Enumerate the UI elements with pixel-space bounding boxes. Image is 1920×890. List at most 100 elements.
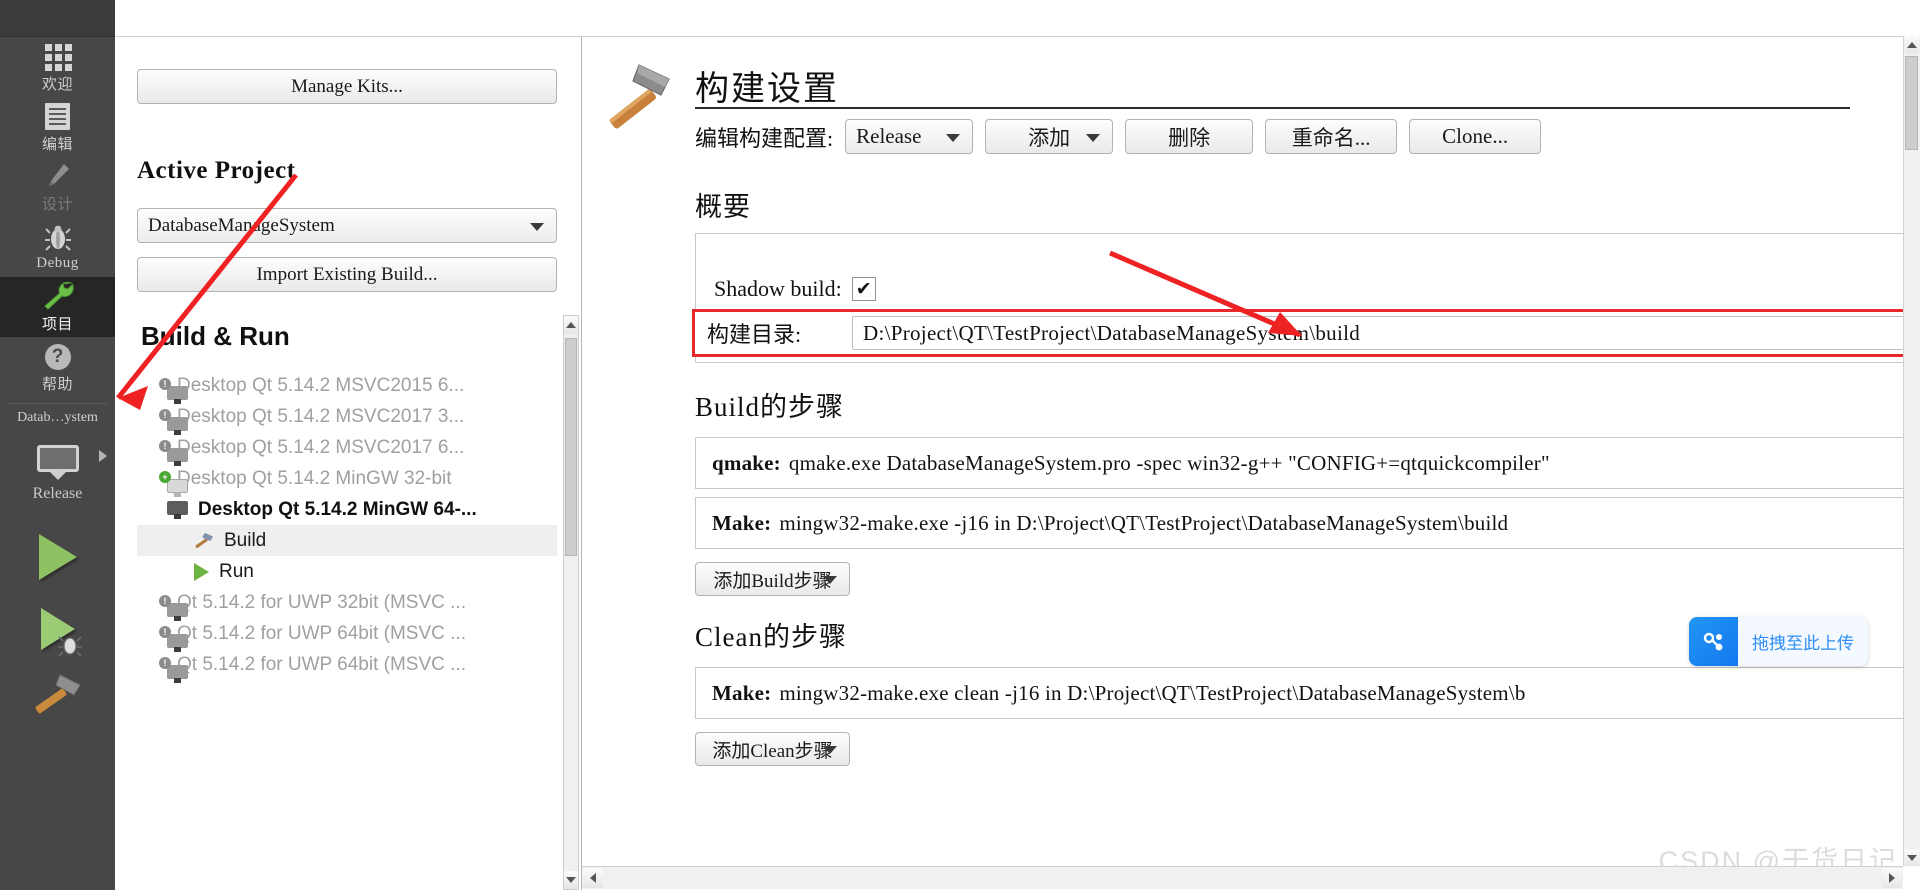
build-directory-input[interactable]: D:\Project\QT\TestProject\DatabaseManage… xyxy=(852,316,1905,350)
shadow-build-label: Shadow build: xyxy=(714,276,842,301)
mode-help[interactable]: ? 帮助 xyxy=(0,337,115,397)
mode-projects[interactable]: 项目 xyxy=(0,277,115,337)
build-settings-panel: 构建设置 编辑构建配置: Release 添加 删除 重命名... Clone.… xyxy=(582,36,1920,890)
mode-debug[interactable]: Debug xyxy=(0,217,115,277)
top-strip-right xyxy=(581,0,1920,36)
build-config-label: 编辑构建配置: xyxy=(695,125,834,151)
scroll-right-button[interactable] xyxy=(1882,868,1902,888)
clone-config-button[interactable]: Clone... xyxy=(1409,119,1542,154)
run-icon xyxy=(38,534,77,580)
build-config-combo-value: Release xyxy=(856,124,922,148)
document-icon xyxy=(45,100,70,130)
mode-design-label: 设计 xyxy=(41,197,73,213)
clean-step-make[interactable]: Make: mingw32-make.exe clean -j16 in D:\… xyxy=(695,667,1915,719)
build-step-name: qmake: xyxy=(712,450,781,475)
monitor-icon xyxy=(36,444,79,480)
upload-widget[interactable]: 拖拽至此上传 xyxy=(1689,617,1868,666)
active-project-combo[interactable]: DatabaseManageSystem xyxy=(137,208,557,243)
kit-item-msvc2017-32[interactable]: ! Desktop Qt 5.14.2 MSVC2017 3... xyxy=(137,401,557,435)
top-strip-middle xyxy=(115,0,582,36)
add-clean-step-button[interactable]: 添加Clean步骤 xyxy=(695,732,850,766)
build-config-combo[interactable]: Release xyxy=(845,119,974,154)
rename-config-button[interactable]: 重命名... xyxy=(1265,119,1398,154)
add-config-button[interactable]: 添加 xyxy=(985,119,1114,154)
wrench-icon xyxy=(41,280,75,310)
build-steps-heading: Build的步骤 xyxy=(695,392,845,422)
kit-item-label: Qt 5.14.2 for UWP 64bit (MSVC ... xyxy=(177,622,466,644)
active-project-short-name: Datab…ystem xyxy=(17,410,98,425)
build-step-command: qmake.exe DatabaseManageSystem.pro -spec… xyxy=(788,450,1550,475)
mode-debug-label: Debug xyxy=(36,255,79,271)
build-button[interactable] xyxy=(0,665,115,725)
bug-overlay-icon xyxy=(58,636,82,657)
kit-item-mingw-64[interactable]: Desktop Qt 5.14.2 MinGW 64-... xyxy=(137,494,557,525)
scroll-down-button[interactable] xyxy=(564,871,578,889)
kit-child-run[interactable]: Run xyxy=(137,556,557,587)
delete-config-button[interactable]: 删除 xyxy=(1125,119,1254,154)
active-project-combo-value: DatabaseManageSystem xyxy=(148,214,335,236)
scrollbar-thumb[interactable] xyxy=(565,338,577,556)
mode-welcome[interactable]: 欢迎 xyxy=(0,37,115,97)
summary-heading: 概要 xyxy=(695,192,751,222)
mode-edit[interactable]: 编辑 xyxy=(0,97,115,157)
chevron-down-icon xyxy=(1086,133,1101,142)
manage-kits-button[interactable]: Manage Kits... xyxy=(137,69,557,104)
kit-selector-button[interactable]: Release xyxy=(0,426,115,521)
caret-right-icon xyxy=(1889,873,1895,883)
kit-item-uwp-64-b[interactable]: ! Qt 5.14.2 for UWP 64bit (MSVC ... xyxy=(137,649,557,683)
bug-icon xyxy=(44,222,72,252)
scroll-up-button[interactable] xyxy=(564,316,578,334)
top-strip xyxy=(0,0,1920,36)
question-icon: ? xyxy=(44,340,71,370)
kit-item-mingw-32[interactable]: + Desktop Qt 5.14.2 MinGW 32-bit xyxy=(137,463,557,497)
scrollbar-thumb[interactable] xyxy=(1905,56,1918,150)
mode-selector-bar: 欢迎 编辑 设计 Debug 项目 ? 帮助 Datab…ystem Relea… xyxy=(0,36,115,890)
build-step-make[interactable]: Make: mingw32-make.exe -j16 in D:\Projec… xyxy=(695,497,1915,549)
shadow-build-row: Shadow build: ✔ xyxy=(714,276,876,302)
title-underline xyxy=(695,107,1850,109)
hammer-icon xyxy=(609,64,670,129)
kit-item-msvc2015-64[interactable]: ! Desktop Qt 5.14.2 MSVC2015 6... xyxy=(137,370,557,404)
add-config-label: 添加 xyxy=(1028,125,1071,150)
chevron-right-icon xyxy=(99,450,107,462)
build-run-tree: Build & Run ! Desktop Qt 5.14.2 MSVC2015… xyxy=(137,315,557,890)
kit-item-label: Desktop Qt 5.14.2 MinGW 32-bit xyxy=(177,467,452,489)
kit-item-uwp-32[interactable]: ! Qt 5.14.2 for UWP 32bit (MSVC ... xyxy=(137,587,557,621)
run-button[interactable] xyxy=(0,521,115,593)
add-build-step-button[interactable]: 添加Build步骤 xyxy=(695,562,850,596)
upload-widget-label: 拖拽至此上传 xyxy=(1752,634,1854,653)
mode-divider xyxy=(8,403,107,404)
monitor-icon xyxy=(167,500,188,519)
scroll-down-button[interactable] xyxy=(1905,849,1919,866)
kit-item-label: Desktop Qt 5.14.2 MSVC2015 6... xyxy=(177,374,465,396)
kit-item-label: Desktop Qt 5.14.2 MinGW 64-... xyxy=(198,498,477,520)
build-config-toolbar: 编辑构建配置: Release 添加 删除 重命名... Clone... xyxy=(695,119,1542,154)
mode-design[interactable]: 设计 xyxy=(0,157,115,217)
chevron-down-icon xyxy=(823,576,837,584)
kit-item-label: Desktop Qt 5.14.2 MSVC2017 3... xyxy=(177,405,465,427)
page-title: 构建设置 xyxy=(695,71,839,108)
kit-child-build[interactable]: Build xyxy=(137,525,557,556)
scroll-up-button[interactable] xyxy=(1905,36,1919,53)
left-panel-scrollbar[interactable] xyxy=(563,315,579,890)
add-clean-step-label: 添加Clean步骤 xyxy=(712,740,833,762)
build-step-qmake[interactable]: qmake: qmake.exe DatabaseManageSystem.pr… xyxy=(695,437,1915,489)
grid-icon xyxy=(44,40,72,71)
project-settings-panel: Manage Kits... Active Project DatabaseMa… xyxy=(116,36,582,890)
build-step-name: Make: xyxy=(712,510,772,535)
kit-item-msvc2017-64[interactable]: ! Desktop Qt 5.14.2 MSVC2017 6... xyxy=(137,432,557,466)
active-project-heading: Active Project xyxy=(137,157,296,184)
top-strip-left xyxy=(0,0,115,36)
main-horizontal-scrollbar[interactable] xyxy=(582,866,1903,889)
scroll-left-button[interactable] xyxy=(583,868,603,888)
build-run-heading: Build & Run xyxy=(141,321,290,351)
kit-item-uwp-64-a[interactable]: ! Qt 5.14.2 for UWP 64bit (MSVC ... xyxy=(137,618,557,652)
build-directory-label: 构建目录: xyxy=(707,322,802,347)
clean-step-command: mingw32-make.exe clean -j16 in D:\Projec… xyxy=(779,680,1526,705)
shadow-build-checkbox[interactable]: ✔ xyxy=(851,277,876,301)
main-vertical-scrollbar[interactable] xyxy=(1903,36,1920,866)
debug-button[interactable] xyxy=(0,593,115,665)
import-existing-build-button[interactable]: Import Existing Build... xyxy=(137,257,557,292)
caret-down-icon xyxy=(566,877,576,883)
hammer-icon xyxy=(195,532,213,548)
